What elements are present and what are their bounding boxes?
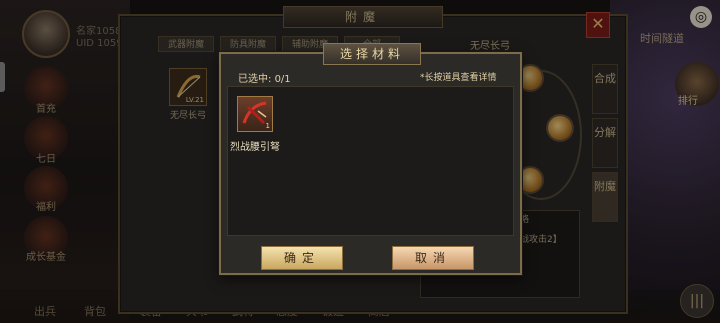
long-press-hint: *长按道具查看详情 <box>420 73 497 83</box>
selected-label: 已选中 <box>238 74 268 85</box>
dialog-title: 选择材料 <box>323 43 421 65</box>
cancel-button[interactable]: 取消 <box>392 246 474 270</box>
selected-count: 已选中: 0/1 <box>238 70 291 85</box>
material-count: 1 <box>265 122 270 130</box>
selected-value: 0/1 <box>274 74 291 85</box>
material-item[interactable]: 1 <box>237 96 273 132</box>
confirm-button[interactable]: 确定 <box>261 246 343 270</box>
material-name: 烈战腰引弩 <box>230 142 280 153</box>
